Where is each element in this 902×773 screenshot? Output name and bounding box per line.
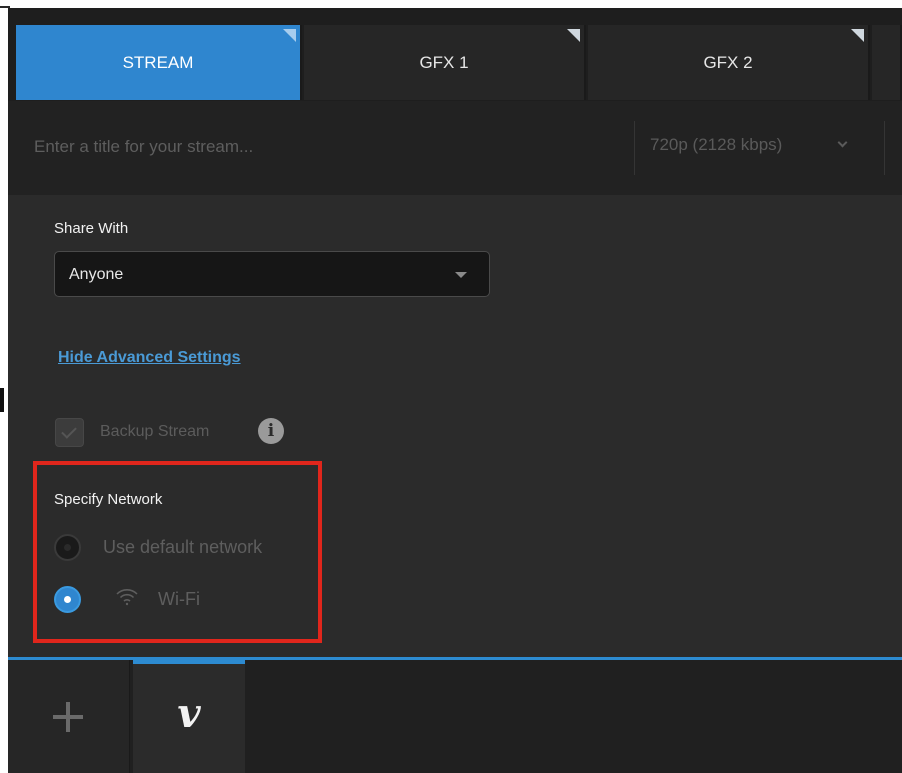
checkmark-icon (61, 423, 77, 439)
share-with-select[interactable]: Anyone (54, 251, 490, 297)
backup-stream-checkbox[interactable] (55, 418, 84, 447)
tab-menu-corner-icon[interactable] (567, 29, 580, 42)
vimeo-destination-tab[interactable]: v (133, 660, 245, 773)
share-with-label: Share With (54, 220, 129, 237)
tab-menu-corner-icon[interactable] (851, 29, 864, 42)
plus-icon-vertical (66, 702, 70, 732)
radio-wifi[interactable] (54, 586, 81, 613)
chevron-down-icon[interactable] (837, 137, 848, 148)
window-side-mark (0, 388, 4, 412)
stream-panel: STREAM GFX 1 GFX 2 720p (2128 kbps) Shar… (8, 8, 902, 773)
wifi-label: Wi-Fi (158, 589, 200, 609)
tab-gfx2[interactable]: GFX 2 (588, 25, 870, 100)
title-divider (634, 121, 635, 175)
share-with-value: Anyone (69, 266, 124, 283)
tab-bar: STREAM GFX 1 GFX 2 (8, 8, 902, 101)
tab-gfx1-label: GFX 1 (419, 52, 469, 72)
title-divider-right (884, 121, 885, 175)
destination-dock: v (8, 660, 902, 773)
add-destination-button[interactable] (8, 660, 130, 773)
tab-overflow[interactable] (872, 25, 902, 100)
tab-menu-corner-icon[interactable] (283, 29, 296, 42)
window-top-edge (0, 0, 902, 8)
tab-stream-label: STREAM (122, 52, 194, 72)
vimeo-logo-icon: v (177, 690, 201, 737)
stream-title-bar: 720p (2128 kbps) (8, 101, 902, 195)
caret-down-icon (455, 272, 467, 278)
default-network-label: Use default network (103, 537, 263, 557)
tab-gfx2-label: GFX 2 (703, 52, 753, 72)
quality-select-label[interactable]: 720p (2128 kbps) (650, 135, 782, 155)
hide-advanced-settings-link[interactable]: Hide Advanced Settings (58, 349, 241, 367)
tab-gfx1[interactable]: GFX 1 (304, 25, 586, 100)
stream-title-input[interactable] (34, 127, 594, 167)
tab-stream[interactable]: STREAM (16, 25, 302, 100)
radio-dot (64, 544, 71, 551)
active-indicator (133, 660, 245, 664)
backup-stream-label: Backup Stream (100, 423, 210, 440)
wifi-icon (116, 589, 138, 606)
radio-default-network[interactable] (54, 534, 81, 561)
app-window: STREAM GFX 1 GFX 2 720p (2128 kbps) Shar… (0, 0, 902, 773)
radio-dot (64, 596, 71, 603)
specify-network-heading: Specify Network (54, 491, 163, 508)
info-icon[interactable]: i (258, 418, 284, 444)
